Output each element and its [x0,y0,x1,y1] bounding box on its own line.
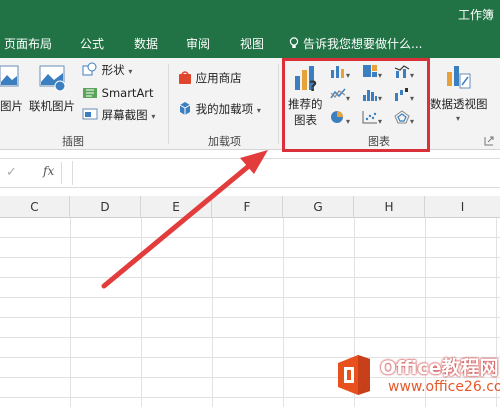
illustrations-group-label: 插图 [62,135,84,148]
office-logo-icon [338,355,370,395]
pivotchart-dropdown-icon[interactable]: ▾ [456,114,460,123]
tell-me-box[interactable]: 告诉我您想要做什么... [289,35,422,52]
store-icon [179,71,191,84]
column-header-c[interactable]: C [0,196,70,218]
my-addins-icon [179,102,191,115]
shapes-icon [82,62,97,76]
tab-view[interactable]: 视图 [240,35,264,52]
watermark-brand: Office教程网 [380,357,499,379]
tell-me-text: 告诉我您想要做什么... [303,37,423,51]
pivotchart-button[interactable]: 数据透视图 [430,96,488,112]
group-divider [168,64,169,144]
group-divider [278,64,279,144]
ribbon-tab-bar: 页面布局 公式 数据 审阅 视图 告诉我您想要做什么... [0,27,500,58]
column-header-d[interactable]: D [70,196,141,218]
pictures-icon [0,65,19,87]
smartart-label: SmartArt [101,86,154,100]
column-header-f[interactable]: F [212,196,283,218]
column-header-e[interactable]: E [141,196,212,218]
online-pictures-button[interactable]: 联机图片 [29,98,75,114]
dialog-launcher-icon[interactable] [484,136,494,146]
insert-function-button[interactable]: fx [43,164,54,178]
screenshot-icon [82,108,98,120]
title-bar: 工作簿 [0,0,500,27]
formula-input[interactable] [72,161,500,185]
charts-group-highlight [282,58,430,152]
shapes-button[interactable]: 形状 ▾ [82,62,132,78]
formula-bar: ✓ fx [0,158,500,188]
enter-check-icon[interactable]: ✓ [6,165,17,180]
tab-formulas[interactable]: 公式 [80,35,104,52]
tab-data[interactable]: 数据 [134,35,158,52]
store-label: 应用商店 [195,71,242,85]
pivotchart-icon [447,66,471,89]
screenshot-label: 屏幕截图 [101,108,148,122]
addins-group-label: 加载项 [208,135,241,148]
screenshot-button[interactable]: 屏幕截图 ▾ [82,107,155,123]
column-header-h[interactable]: H [354,196,425,218]
my-addins-label: 我的加载项 [195,102,254,116]
window-title: 工作簿 [457,8,494,22]
tab-page-layout[interactable]: 页面布局 [4,35,52,52]
column-headers: C D E F G H I [0,196,500,218]
smartart-button[interactable]: SmartArt [82,85,154,100]
pictures-button[interactable]: 图片 [0,98,23,114]
my-addins-button[interactable]: 我的加载项 ▾ [178,101,261,117]
watermark-site: www.office26.com [388,379,500,395]
online-pictures-icon [39,65,66,92]
store-button[interactable]: 应用商店 [178,70,242,86]
lightbulb-icon [289,37,299,48]
tab-review[interactable]: 审阅 [186,35,210,52]
smartart-icon [83,88,97,98]
column-header-g[interactable]: G [283,196,354,218]
watermark: Office教程网 www.office26.com [328,347,500,403]
column-header-i[interactable]: I [425,196,500,218]
shapes-label: 形状 [101,63,125,77]
